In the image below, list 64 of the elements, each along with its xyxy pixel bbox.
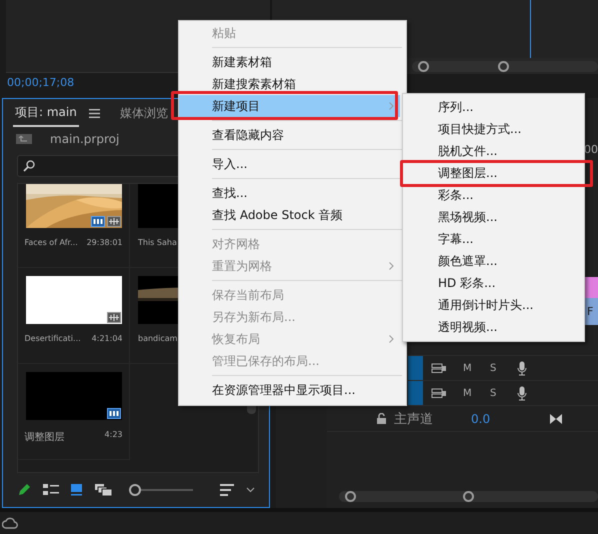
menu-item[interactable]: 查找 Adobe Stock 音频: [179, 204, 400, 226]
master-track-label: 主声道: [394, 410, 433, 428]
menu-icon[interactable]: [88, 108, 100, 118]
scrollbar[interactable]: [339, 490, 598, 502]
menu-item[interactable]: 通用倒计时片头...: [403, 294, 584, 316]
clip-name: Desertificati...: [24, 334, 81, 343]
lock-icon[interactable]: [377, 413, 386, 424]
clip-tile[interactable]: Faces of Afr... 29:38:01: [18, 184, 130, 268]
pencil-icon[interactable]: [17, 483, 31, 497]
ruler-time: 00: [584, 143, 598, 156]
microphone-icon[interactable]: [517, 360, 527, 376]
list-view-icon[interactable]: [43, 484, 59, 496]
clip-tile[interactable]: 调整图层 4:23: [18, 364, 130, 460]
playhead-line: [530, 0, 531, 58]
solo-toggle[interactable]: S: [490, 388, 500, 398]
menu-item[interactable]: 透明视频...: [403, 316, 584, 338]
menu-item[interactable]: 项目快捷方式...: [403, 118, 584, 140]
icon-view-icon[interactable]: [71, 484, 83, 496]
menu-item[interactable]: 导入...: [179, 153, 400, 175]
project-path: main.prproj: [50, 132, 120, 146]
folder-up-icon[interactable]: [16, 134, 32, 144]
menu-item[interactable]: 查看隐藏内容: [179, 124, 400, 146]
menu-item[interactable]: 黑场视频...: [403, 206, 584, 228]
panel-tab[interactable]: 项目: main: [13, 100, 79, 126]
clip-thumbnail[interactable]: [26, 276, 122, 324]
search-icon: [23, 160, 35, 172]
track-output-icon[interactable]: [431, 388, 447, 398]
menu-item[interactable]: 在资源管理器中显示项目...: [179, 379, 400, 401]
menu-item[interactable]: 查找...: [179, 182, 400, 204]
timecode: 00;00;17;08: [7, 76, 74, 89]
scrollbar[interactable]: [412, 60, 598, 72]
mute-toggle[interactable]: M: [463, 388, 473, 398]
clip-name: Faces of Afr...: [24, 238, 78, 247]
freeform-view-icon[interactable]: [95, 484, 113, 496]
clip-thumbnail[interactable]: [26, 372, 122, 420]
menu-item[interactable]: 字幕...: [403, 228, 584, 250]
bowtie-icon[interactable]: [550, 414, 562, 424]
clip-duration: 29:38:01: [86, 238, 122, 247]
track-output-icon[interactable]: [431, 362, 447, 374]
clip-name: 调整图层: [24, 431, 64, 444]
menu-item[interactable]: 脱机文件...: [403, 140, 584, 162]
mute-toggle[interactable]: M: [463, 362, 473, 374]
master-volume[interactable]: 0.0: [471, 412, 490, 426]
menu-item[interactable]: 调整图层...: [403, 162, 584, 184]
timeline-clip[interactable]: [584, 277, 598, 298]
menu-item[interactable]: 新建搜索素材箱: [179, 73, 400, 95]
solo-toggle[interactable]: S: [490, 362, 500, 374]
timeline-clip[interactable]: F: [584, 298, 598, 325]
sort-icon[interactable]: [220, 484, 234, 496]
menu-item[interactable]: 彩条...: [403, 184, 584, 206]
chevron-down-icon[interactable]: [246, 487, 255, 493]
menu-item[interactable]: 颜色遮罩...: [403, 250, 584, 272]
clip-name: This Saha: [138, 238, 177, 247]
zoom-slider[interactable]: [129, 484, 193, 496]
menu-item[interactable]: 序列...: [403, 96, 584, 118]
panel-tab[interactable]: 媒体浏览: [118, 100, 170, 126]
microphone-icon[interactable]: [517, 386, 527, 400]
menu-item[interactable]: HD 彩条...: [403, 272, 584, 294]
menu-item[interactable]: 新建素材箱: [179, 51, 400, 73]
clip-duration: 4:21:04: [92, 334, 122, 343]
clip-name: bandicam: [138, 334, 178, 343]
clip-duration: 4:23: [104, 430, 122, 441]
clip-tile[interactable]: Desertificati... 4:21:04: [18, 268, 130, 364]
creative-cloud-icon[interactable]: [2, 517, 18, 529]
